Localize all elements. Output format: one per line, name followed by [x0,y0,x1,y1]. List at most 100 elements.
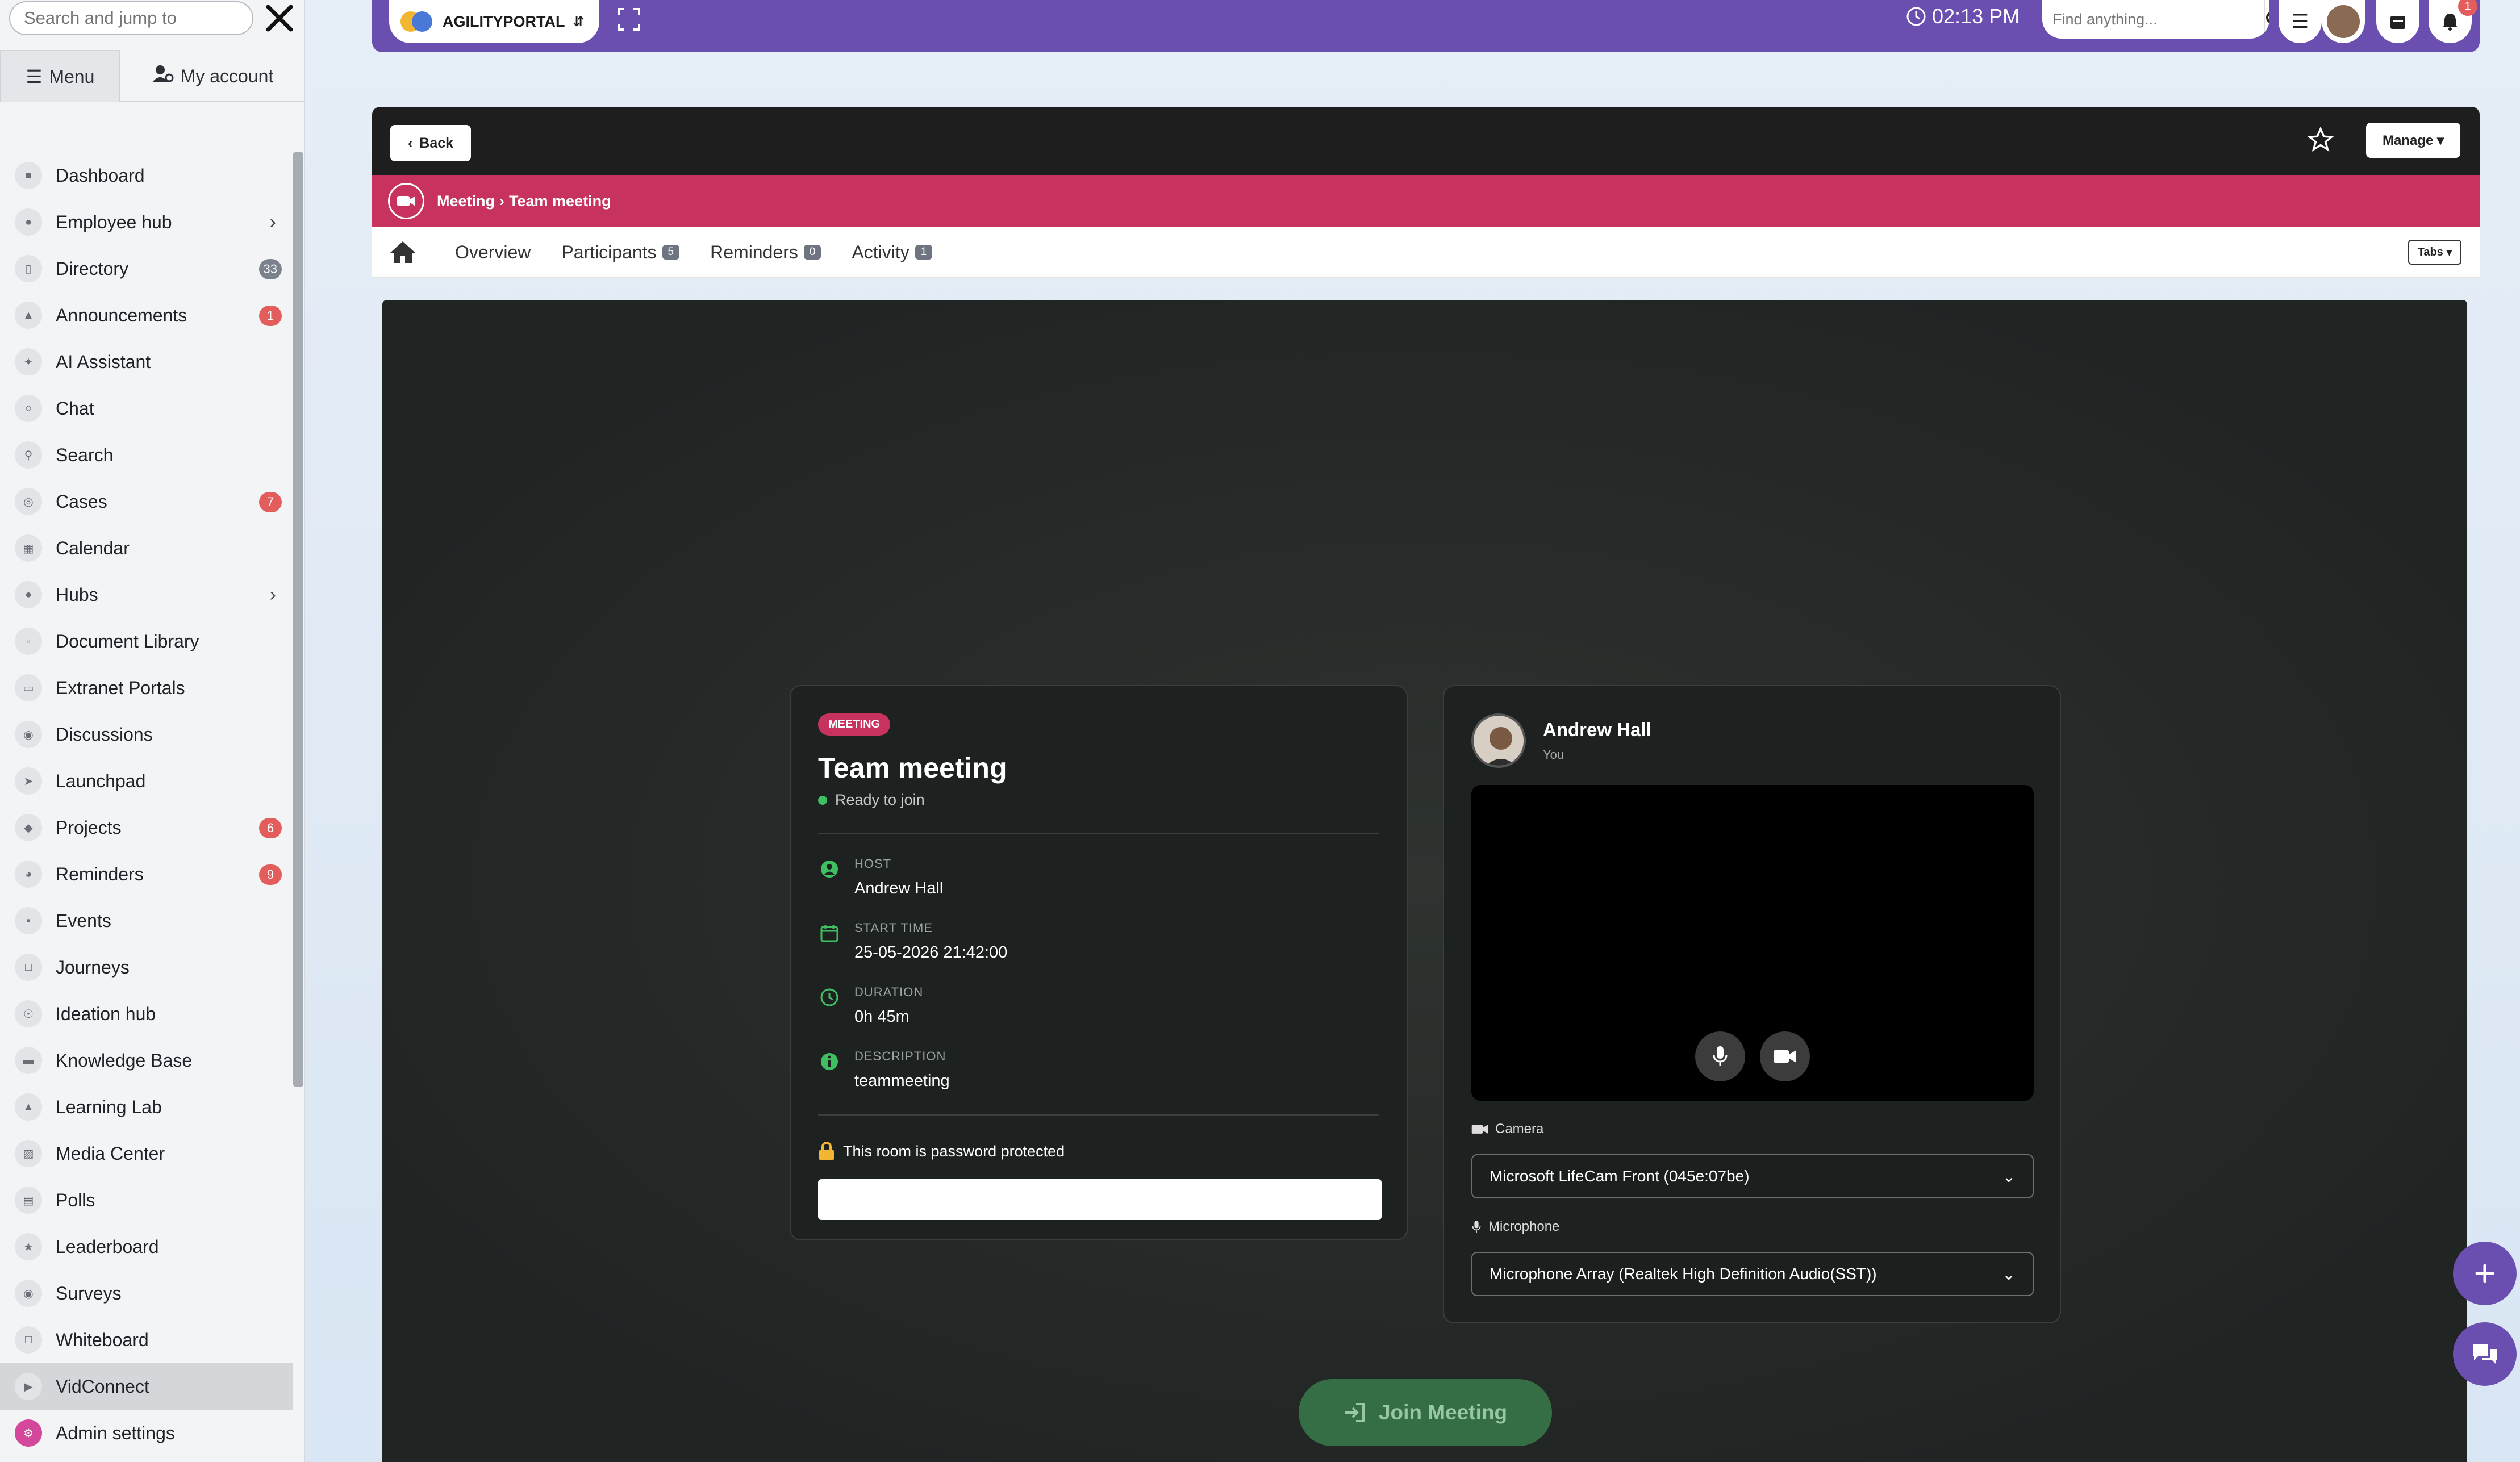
tab-activity[interactable]: Activity 1 [852,241,933,263]
video-camera-icon [388,183,424,219]
sidebar-item-reminders[interactable]: ◕ Reminders 9 [0,851,293,897]
meeting-info-card: MEETING Team meeting Ready to join HOST … [790,685,1408,1240]
description-label: DESCRIPTION [854,1049,946,1063]
tabs-dropdown[interactable]: Tabs ▾ [2408,240,2461,265]
sidebar-item-dashboard[interactable]: ■ Dashboard [0,152,293,199]
tab-label: Reminders [710,241,798,262]
sidebar-item-label: Learning Lab [56,1096,162,1117]
tab-overview[interactable]: Overview [455,242,531,263]
sidebar-item-label: Employee hub [56,211,172,232]
microphone-select-value: Microphone Array (Realtek High Definitio… [1490,1265,1877,1283]
sidebar-item-label: Document Library [56,630,199,651]
sidebar-item-media-center[interactable]: ▨ Media Center [0,1130,293,1177]
chat-button[interactable] [2453,1322,2517,1386]
menu-button[interactable]: ☰ [2279,0,2322,43]
sidebar-item-extranet-portals[interactable]: ▭ Extranet Portals [0,665,293,711]
sidebar-item-journeys[interactable]: □ Journeys [0,944,293,991]
sidebar-item-cases[interactable]: ◎ Cases 7 [0,478,293,525]
sidebar-item-label: Dashboard [56,165,145,186]
surveys-icon: ◉ [15,1280,42,1307]
global-search-input[interactable] [2042,0,2264,39]
sidebar-item-surveys[interactable]: ◉ Surveys [0,1270,293,1317]
manage-button[interactable]: Manage ▾ [2366,123,2460,158]
sidebar-item-document-library[interactable]: ▫ Document Library [0,618,293,665]
back-button[interactable]: ‹ Back [390,125,471,161]
learning-lab-icon: ▲ [15,1093,42,1121]
sidebar-item-leaderboard[interactable]: ★ Leaderboard [0,1223,293,1270]
tab-participants[interactable]: Participants 5 [561,241,680,263]
chevron-right-icon[interactable]: › [270,211,276,233]
notification-badge: 1 [2458,0,2477,16]
tab-menu[interactable]: ☰ Menu [0,50,120,102]
tab-menu-label: Menu [49,66,95,87]
hamburger-icon: ☰ [26,66,43,87]
sidebar-item-vidconnect[interactable]: ▶ VidConnect [0,1363,293,1410]
sidebar-item-label: Ideation hub [56,1003,156,1024]
join-meeting-button[interactable]: Join Meeting [1299,1379,1552,1446]
chevron-right-icon[interactable]: › [270,584,276,606]
tab-label: Participants [561,241,657,262]
sidebar-search-input[interactable] [9,1,253,35]
sidebar-item-label: VidConnect [56,1376,149,1397]
duration-label: DURATION [854,985,924,999]
tab-reminders[interactable]: Reminders 0 [710,242,821,263]
sidebar-item-admin-settings[interactable]: ⚙ Admin settings [0,1410,293,1456]
sidebar-item-calendar[interactable]: ▦ Calendar [0,525,293,571]
sidebar: ☰ Menu My account ■ Dashboard ● Employee hu… [0,0,305,1462]
user-subtitle: You [1543,747,1564,762]
camera-toggle-button[interactable] [1760,1031,1810,1081]
breadcrumb-meeting[interactable]: Meeting [437,193,495,210]
sidebar-item-discussions[interactable]: ◉ Discussions [0,711,293,758]
user-gear-icon [152,64,174,88]
tab-label: Activity [852,241,909,262]
leaderboard-icon: ★ [15,1233,42,1260]
camera-select-value: Microsoft LifeCam Front (045e:07be) [1490,1167,1750,1185]
sidebar-item-label: Events [56,910,111,931]
breadcrumb-trail: Meeting › Team meeting [437,193,611,210]
avatar [1471,713,1526,768]
notifications-button[interactable]: 1 [2429,0,2477,43]
media-center-icon: ▨ [15,1140,42,1167]
home-icon[interactable] [389,236,421,268]
sidebar-scrollbar[interactable] [293,152,303,1087]
top-bar: AGILITYPORTAL ⇵ 02:13 PM ☰ 1 [372,0,2480,52]
search-button[interactable] [2264,0,2269,39]
add-button[interactable] [2453,1242,2517,1305]
sidebar-item-projects[interactable]: ◆ Projects 6 [0,804,293,851]
sidebar-item-polls[interactable]: ▤ Polls [0,1177,293,1223]
sidebar-item-knowledge-base[interactable]: ▬ Knowledge Base [0,1037,293,1084]
calendar-button[interactable] [2376,0,2419,43]
tab-my-account[interactable]: My account [120,50,305,102]
brand-switcher[interactable]: AGILITYPORTAL ⇵ [389,0,599,43]
sidebar-item-learning-lab[interactable]: ▲ Learning Lab [0,1084,293,1130]
fullscreen-icon[interactable] [616,7,641,32]
whiteboard-icon: □ [15,1326,42,1354]
sidebar-item-launchpad[interactable]: ➤ Launchpad [0,758,293,804]
avatar[interactable] [2322,0,2365,43]
sidebar-item-search[interactable]: ⚲ Search [0,432,293,478]
password-input[interactable] [818,1179,1382,1220]
user-row: Andrew Hall You [1471,713,2033,768]
sidebar-item-whiteboard[interactable]: □ Whiteboard [0,1317,293,1363]
mic-toggle-button[interactable] [1695,1031,1745,1081]
microphone-select[interactable]: Microphone Array (Realtek High Definitio… [1471,1252,2034,1296]
camera-label: Camera [1471,1121,2033,1137]
chevron-left-icon: ‹ [407,135,413,151]
extranet-portals-icon: ▭ [15,674,42,701]
sidebar-item-chat[interactable]: ○ Chat [0,385,293,432]
tab-count-badge: 1 [915,245,933,260]
close-icon[interactable] [262,1,297,35]
sidebar-item-directory[interactable]: ▯ Directory 33 [0,245,293,292]
camera-select[interactable]: Microsoft LifeCam Front (045e:07be) ⌄ [1471,1154,2034,1198]
sidebar-item-label: AI Assistant [56,351,151,372]
page-tabs: Overview Participants 5 Reminders 0 Activity 1… [372,227,2480,278]
favorite-star-icon[interactable] [2304,123,2338,157]
sidebar-item-ai-assistant[interactable]: ✦ AI Assistant [0,339,293,385]
sidebar-item-ideation-hub[interactable]: ☉ Ideation hub [0,991,293,1037]
sidebar-item-label: Discussions [56,724,153,745]
sidebar-item-announcements[interactable]: ▲ Announcements 1 [0,292,293,339]
clock-time: 02:13 PM [1932,5,2020,28]
sidebar-item-hubs[interactable]: ● Hubs › [0,571,293,618]
sidebar-item-employee-hub[interactable]: ● Employee hub › [0,199,293,245]
sidebar-item-events[interactable]: ▪ Events [0,897,293,944]
